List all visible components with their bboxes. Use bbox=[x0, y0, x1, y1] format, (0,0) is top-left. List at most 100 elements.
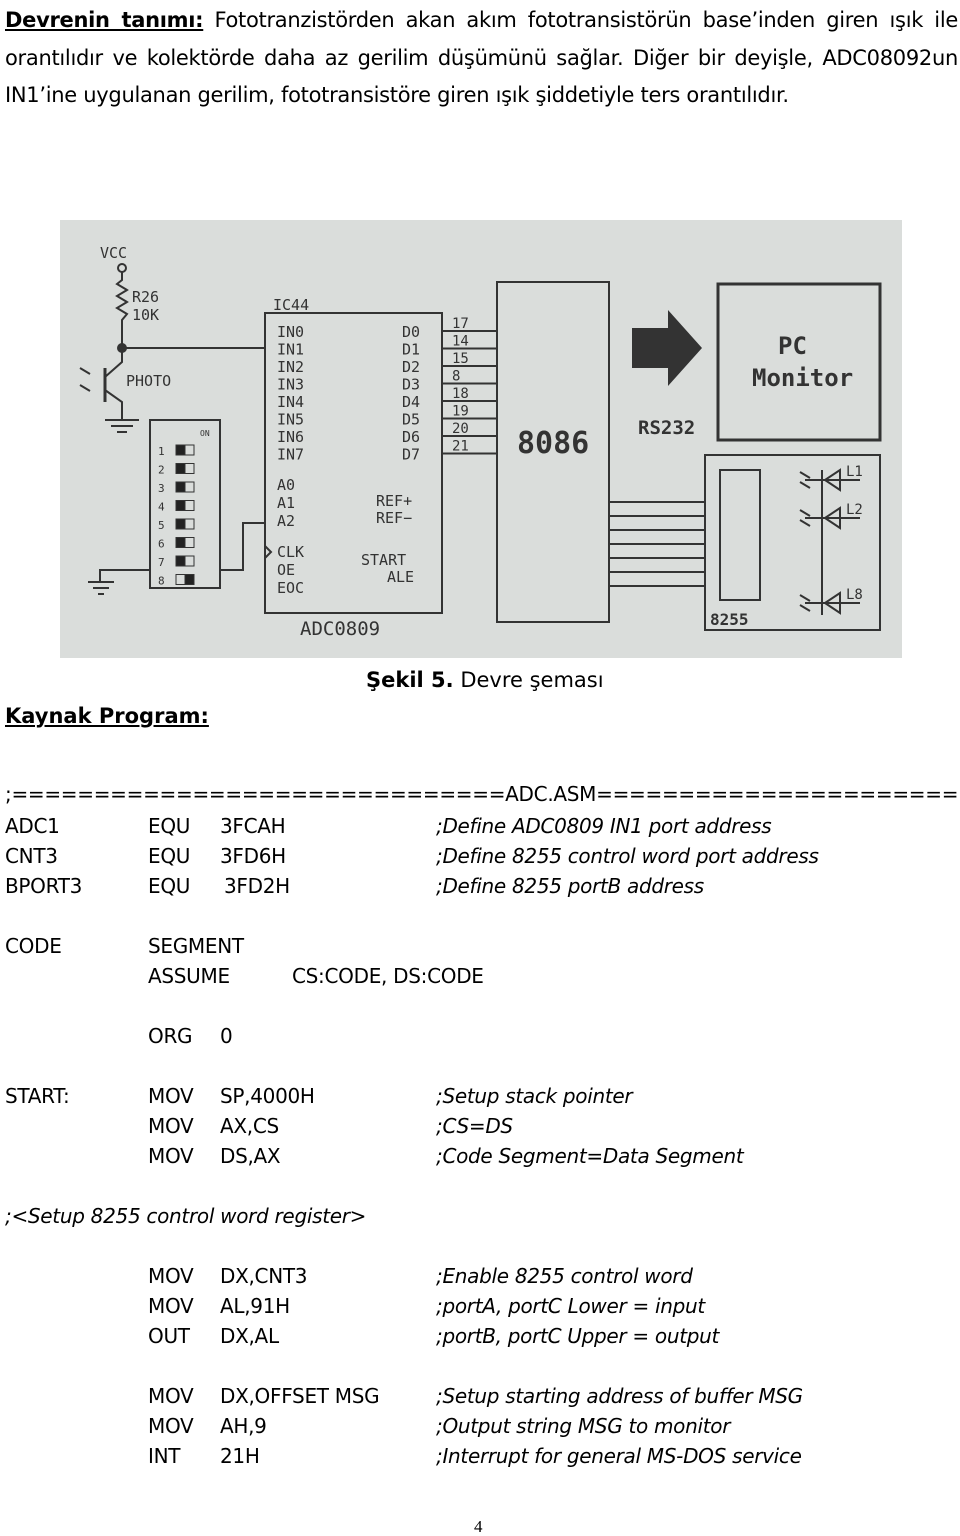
pin-number: 18 bbox=[452, 386, 469, 402]
pin-number: 15 bbox=[452, 351, 469, 367]
dip-switch-toggle bbox=[175, 518, 186, 530]
cpu-label: 8086 bbox=[517, 426, 589, 461]
code-mnemonic: ORG bbox=[148, 1024, 193, 1048]
dip-number: 1 bbox=[158, 445, 165, 458]
adc-output-pin: D7 bbox=[402, 446, 420, 464]
code-operand: 3FD2H bbox=[224, 874, 290, 898]
dip-number: 7 bbox=[158, 556, 165, 569]
adc-address-pin: A2 bbox=[277, 512, 295, 530]
dip-number: 8 bbox=[158, 575, 165, 588]
code-mnemonic: MOV bbox=[148, 1264, 194, 1288]
code-label: CNT3 bbox=[5, 844, 58, 868]
dip-switch-toggle bbox=[175, 463, 186, 474]
adc-input-pin: IN1 bbox=[277, 341, 304, 359]
code-comment: ;Interrupt for general MS-DOS service bbox=[436, 1444, 802, 1468]
adc-part-label: ADC0809 bbox=[300, 618, 380, 640]
adc-address-pin: A0 bbox=[277, 476, 295, 494]
adc-address-pin: A1 bbox=[277, 494, 295, 512]
code-label: ADC1 bbox=[5, 814, 60, 838]
circuit-diagram: VCC R26 10K PHOTO ON 1 2 3 4 5 6 7 8 IC44 IN0 IN1 IN2 IN3… bbox=[60, 220, 902, 658]
code-operand: 21H bbox=[220, 1444, 260, 1468]
dip-switch-toggle bbox=[175, 444, 186, 456]
adc-output-pin: D5 bbox=[402, 411, 420, 429]
dip-switch-toggle bbox=[184, 555, 195, 567]
dip-switch-toggle bbox=[175, 481, 186, 493]
code-operand: SP,4000H bbox=[220, 1084, 315, 1108]
led-label: L2 bbox=[846, 502, 863, 518]
pin-number: 14 bbox=[452, 334, 469, 350]
dip-switch-toggle bbox=[184, 463, 195, 474]
code-operand: DS,AX bbox=[220, 1144, 281, 1168]
adc-control-pin: CLK bbox=[277, 543, 304, 561]
rs232-arrow-icon bbox=[632, 310, 702, 386]
code-operand: DX,OFFSET MSG bbox=[220, 1384, 380, 1408]
code-comment: ;Define ADC0809 IN1 port address bbox=[436, 814, 772, 838]
code-comment: ;portB, portC Upper = output bbox=[436, 1324, 720, 1348]
led-label: L8 bbox=[846, 587, 863, 603]
dip-switch-toggle bbox=[184, 500, 195, 511]
adc-control-pin: ALE bbox=[387, 568, 414, 586]
code-operand: DX,AL bbox=[220, 1324, 279, 1348]
code-mnemonic: EQU bbox=[148, 844, 191, 868]
adc-control-pin: EOC bbox=[277, 579, 304, 597]
adc-input-pin: IN5 bbox=[277, 411, 304, 429]
code-mnemonic: EQU bbox=[148, 814, 191, 838]
page-number: 4 bbox=[474, 1517, 483, 1536]
adc-output-pin: D6 bbox=[402, 428, 420, 446]
pc-monitor-box bbox=[716, 282, 882, 442]
code-comment: ;Setup starting address of buffer MSG bbox=[436, 1384, 803, 1408]
adc-input-pin: IN7 bbox=[277, 446, 304, 464]
adc-ref-pin: REF+ bbox=[376, 492, 412, 510]
dip-switch-toggle bbox=[175, 537, 186, 548]
adc-output-pin: D0 bbox=[402, 323, 420, 341]
phototransistor-emitter bbox=[104, 389, 123, 420]
resistor-r26 bbox=[115, 272, 129, 347]
adc-output-pin: D4 bbox=[402, 393, 420, 411]
code-mnemonic: MOV bbox=[148, 1084, 194, 1108]
photo-label: PHOTO bbox=[126, 372, 171, 390]
dip-ground-icon bbox=[88, 569, 150, 595]
adc-input-pin: IN4 bbox=[277, 393, 304, 411]
code-mnemonic: MOV bbox=[148, 1414, 194, 1438]
ppi-label: 8255 bbox=[710, 610, 749, 629]
code-label: ;<Setup 8255 control word register> bbox=[5, 1204, 367, 1228]
code-comment: ;Enable 8255 control word bbox=[436, 1264, 693, 1288]
code-operand: DX,CNT3 bbox=[220, 1264, 308, 1288]
code-comment: ;CS=DS bbox=[436, 1114, 513, 1138]
dip-switch-toggle bbox=[175, 500, 186, 511]
code-comment: ;portA, portC Lower = input bbox=[436, 1294, 705, 1318]
circuit-description: Devrenin tanımı: Fototranzistörden akan … bbox=[5, 2, 958, 115]
monitor-label: Monitor bbox=[752, 364, 853, 392]
figure-number: Şekil 5. bbox=[366, 668, 454, 692]
dip-number: 5 bbox=[158, 519, 165, 532]
r26-value: 10K bbox=[132, 306, 159, 324]
code-comment: ;Define 8255 portB address bbox=[436, 874, 704, 898]
dip-switch-toggle bbox=[184, 444, 195, 456]
dip-switch-toggle bbox=[175, 555, 186, 567]
ppi-port-box bbox=[719, 469, 761, 601]
code-mnemonic: INT bbox=[148, 1444, 181, 1468]
code-operand: CS:CODE, DS:CODE bbox=[292, 964, 484, 988]
adc-ref-pin: REF− bbox=[376, 509, 412, 527]
dip-switch-toggle bbox=[184, 574, 195, 585]
adc-output-pin: D2 bbox=[402, 358, 420, 376]
code-mnemonic: EQU bbox=[148, 874, 191, 898]
ic-label: IC44 bbox=[273, 296, 309, 314]
light-arrows-icon bbox=[79, 367, 91, 392]
adc-input-pin: IN2 bbox=[277, 358, 304, 376]
rs232-label: RS232 bbox=[638, 417, 695, 439]
figure-caption: Şekil 5. Devre şeması bbox=[366, 668, 604, 692]
vcc-terminal bbox=[117, 263, 127, 273]
code-header: ;==============================ADC.ASM==… bbox=[5, 782, 960, 806]
pin-number: 21 bbox=[452, 439, 469, 455]
dip-switch-toggle bbox=[184, 537, 195, 548]
code-operand: 3FCAH bbox=[220, 814, 286, 838]
code-comment: ;Code Segment=Data Segment bbox=[436, 1144, 744, 1168]
code-operand: AL,91H bbox=[220, 1294, 290, 1318]
document-page: Devrenin tanımı: Fototranzistörden akan … bbox=[0, 0, 960, 1536]
phototransistor-collector bbox=[104, 348, 123, 378]
code-mnemonic: MOV bbox=[148, 1144, 194, 1168]
section-title: Kaynak Program: bbox=[5, 704, 209, 728]
dip-number: 3 bbox=[158, 482, 165, 495]
pin-number: 19 bbox=[452, 404, 469, 420]
